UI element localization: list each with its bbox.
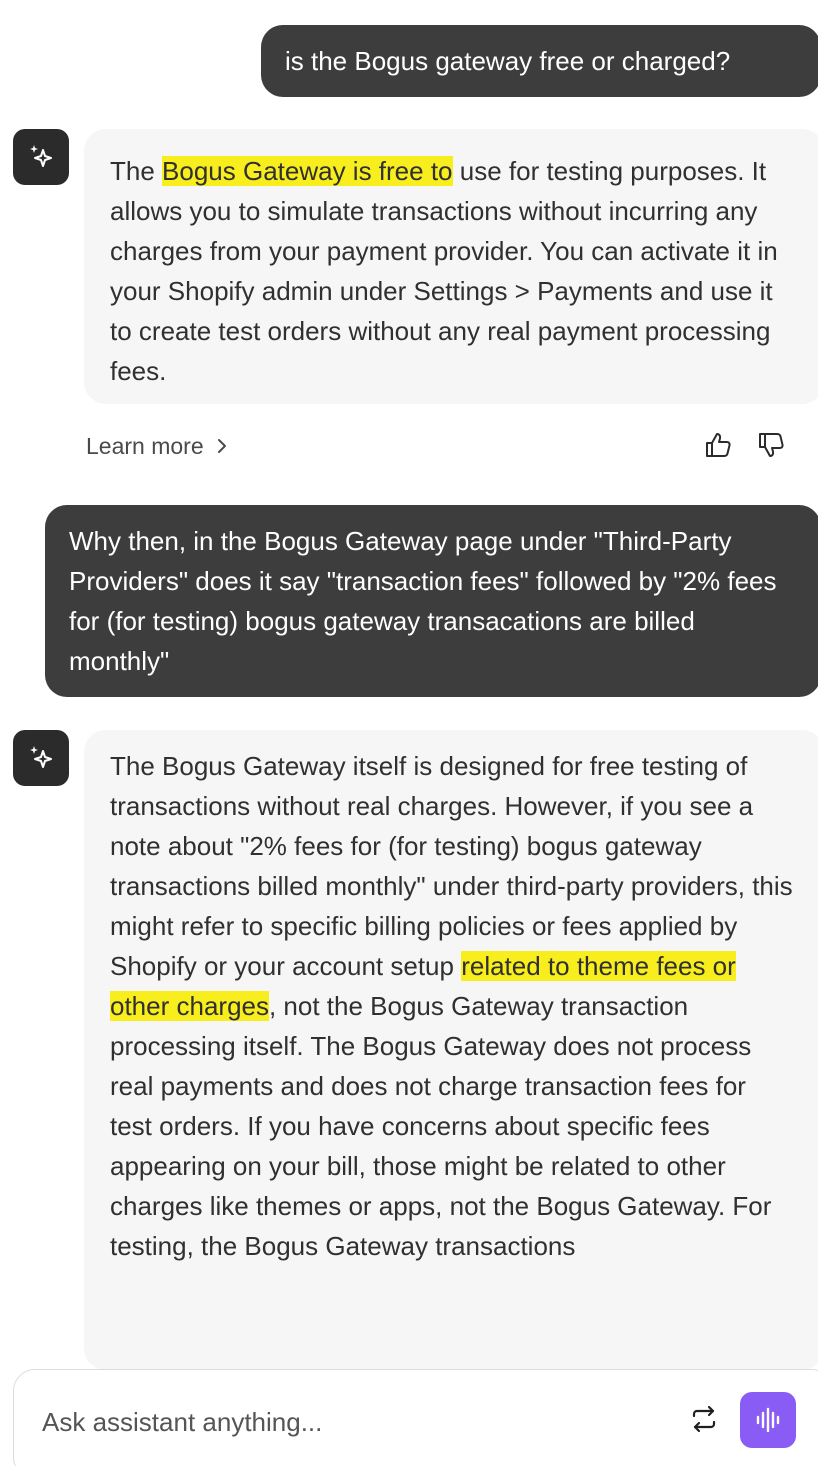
thumbs-down-icon bbox=[759, 433, 784, 457]
sparkle-icon bbox=[30, 145, 52, 167]
user-message-text: is the Bogus gateway free or charged? bbox=[285, 46, 731, 76]
voice-waveform-icon bbox=[756, 1407, 780, 1433]
assistant-avatar bbox=[13, 730, 69, 786]
sparkle-icon bbox=[30, 746, 52, 768]
message-input[interactable] bbox=[40, 1396, 644, 1448]
swap-arrows-icon bbox=[692, 1405, 716, 1433]
voice-input-button[interactable] bbox=[740, 1392, 796, 1448]
assistant-message-bubble: The Bogus Gateway itself is designed for… bbox=[84, 730, 818, 1370]
chat-page: is the Bogus gateway free or charged? Th… bbox=[0, 0, 818, 1466]
learn-more-label: Learn more bbox=[86, 433, 204, 459]
thumbs-up-button[interactable] bbox=[700, 427, 736, 463]
assistant-message-text: The Bogus Gateway itself is designed for… bbox=[110, 751, 793, 981]
assistant-message-bubble: The Bogus Gateway is free to use for tes… bbox=[84, 129, 818, 404]
message-composer bbox=[13, 1369, 818, 1466]
chevron-right-icon bbox=[217, 439, 226, 453]
user-message-bubble: is the Bogus gateway free or charged? bbox=[261, 25, 818, 97]
swap-button[interactable] bbox=[686, 1401, 722, 1437]
assistant-message-text: use for testing purposes. It allows you … bbox=[110, 156, 778, 386]
thumbs-up-icon bbox=[706, 433, 731, 457]
user-message-text: Why then, in the Bogus Gateway page unde… bbox=[69, 526, 777, 676]
assistant-message-text: The bbox=[110, 156, 163, 186]
assistant-message-text: , not the Bogus Gateway transaction proc… bbox=[110, 991, 772, 1261]
assistant-avatar bbox=[13, 129, 69, 185]
learn-more-link[interactable]: Learn more bbox=[86, 428, 230, 464]
highlighted-text: Bogus Gateway is free to bbox=[162, 156, 453, 186]
thumbs-down-button[interactable] bbox=[753, 427, 789, 463]
user-message-bubble: Why then, in the Bogus Gateway page unde… bbox=[45, 505, 818, 697]
